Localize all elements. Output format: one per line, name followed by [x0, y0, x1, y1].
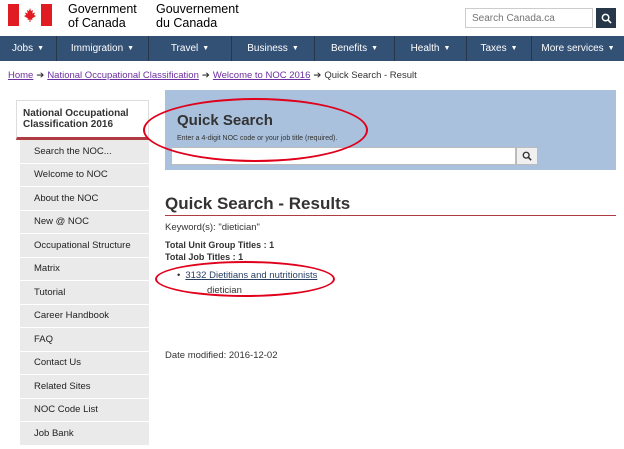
menu-business[interactable]: Business ▼: [232, 36, 315, 61]
breadcrumb: Home ➔ National Occupational Classificatio…: [8, 70, 417, 81]
gov-wordmark-fr[interactable]: Gouvernement du Canada: [156, 2, 239, 30]
sidebar-item-related-sites[interactable]: Related Sites: [20, 375, 149, 399]
arrow-right-icon: ➔: [313, 70, 322, 81]
breadcrumb-noc[interactable]: National Occupational Classification: [47, 70, 199, 81]
total-job-titles: Total Job Titles : 1: [165, 252, 244, 262]
chevron-down-icon: ▼: [510, 45, 518, 52]
section-menu: National Occupational Classification 201…: [16, 100, 149, 446]
sidebar-item-faq[interactable]: FAQ: [20, 328, 149, 352]
chevron-down-icon: ▼: [202, 45, 210, 52]
bullet-icon: •: [177, 270, 181, 281]
sidebar-item-contact[interactable]: Contact Us: [20, 351, 149, 375]
arrow-right-icon: ➔: [36, 70, 45, 81]
menu-travel[interactable]: Travel ▼: [149, 36, 232, 61]
sidebar-item-tutorial[interactable]: Tutorial: [20, 281, 149, 305]
menu-taxes[interactable]: Taxes ▼: [467, 36, 532, 61]
site-header: Government of Canada Gouvernement du Can…: [0, 0, 624, 36]
sidebar-item-structure[interactable]: Occupational Structure: [20, 234, 149, 258]
menu-more-services[interactable]: More services ▼: [532, 36, 624, 61]
sidebar-item-search-noc[interactable]: Search the NOC...: [20, 140, 149, 164]
search-icon: [601, 13, 612, 24]
site-search-input[interactable]: [465, 8, 593, 28]
breadcrumb-welcome[interactable]: Welcome to NOC 2016: [213, 70, 311, 81]
sidebar-item-code-list[interactable]: NOC Code List: [20, 398, 149, 422]
menu-jobs[interactable]: Jobs ▼: [0, 36, 57, 61]
arrow-right-icon: ➔: [201, 70, 210, 81]
quick-search-input[interactable]: [171, 147, 516, 165]
menu-benefits[interactable]: Benefits ▼: [315, 36, 395, 61]
sidebar-item-new[interactable]: New @ NOC: [20, 210, 149, 234]
quick-search-hint: Enter a 4-digit NOC code or your job tit…: [177, 135, 338, 142]
canada-flag-icon[interactable]: [8, 4, 52, 26]
sidebar-item-about[interactable]: About the NOC: [20, 187, 149, 211]
sidebar-item-welcome[interactable]: Welcome to NOC: [20, 163, 149, 187]
chevron-down-icon: ▼: [127, 45, 135, 52]
result-matched-title: dietician: [207, 285, 242, 296]
search-icon: [522, 151, 532, 161]
keyword-text: Keyword(s): "dietician": [165, 222, 260, 233]
menu-immigration[interactable]: Immigration ▼: [57, 36, 149, 61]
total-unit-groups: Total Unit Group Titles : 1: [165, 240, 275, 250]
gov-wordmark-en[interactable]: Government of Canada: [68, 2, 137, 30]
chevron-down-icon: ▼: [607, 45, 615, 52]
results-title: Quick Search - Results: [165, 194, 351, 213]
chevron-down-icon: ▼: [443, 45, 451, 52]
sidebar-item-job-bank[interactable]: Job Bank: [20, 422, 149, 446]
sidebar-item-career-handbook[interactable]: Career Handbook: [20, 304, 149, 328]
results-divider: [165, 215, 616, 216]
breadcrumb-home[interactable]: Home: [8, 70, 33, 81]
sidebar-item-matrix[interactable]: Matrix: [20, 257, 149, 281]
chevron-down-icon: ▼: [37, 45, 45, 52]
quick-search-panel: Quick Search Enter a 4-digit NOC code or…: [165, 90, 616, 170]
chevron-down-icon: ▼: [371, 45, 379, 52]
result-list-item: • 3132 Dietitians and nutritionists: [177, 270, 317, 281]
date-modified: Date modified: 2016-12-02: [165, 350, 278, 361]
menu-health[interactable]: Health ▼: [395, 36, 467, 61]
result-link[interactable]: 3132 Dietitians and nutritionists: [185, 270, 317, 281]
quick-search-button[interactable]: [516, 147, 538, 165]
site-search-button[interactable]: [596, 8, 616, 28]
quick-search-title: Quick Search: [177, 112, 273, 129]
section-menu-heading[interactable]: National Occupational Classification 201…: [16, 100, 149, 140]
main-menu: Jobs ▼ Immigration ▼ Travel ▼ Business ▼ Ben…: [0, 36, 624, 61]
breadcrumb-current: Quick Search - Result: [324, 70, 417, 81]
chevron-down-icon: ▼: [291, 45, 299, 52]
